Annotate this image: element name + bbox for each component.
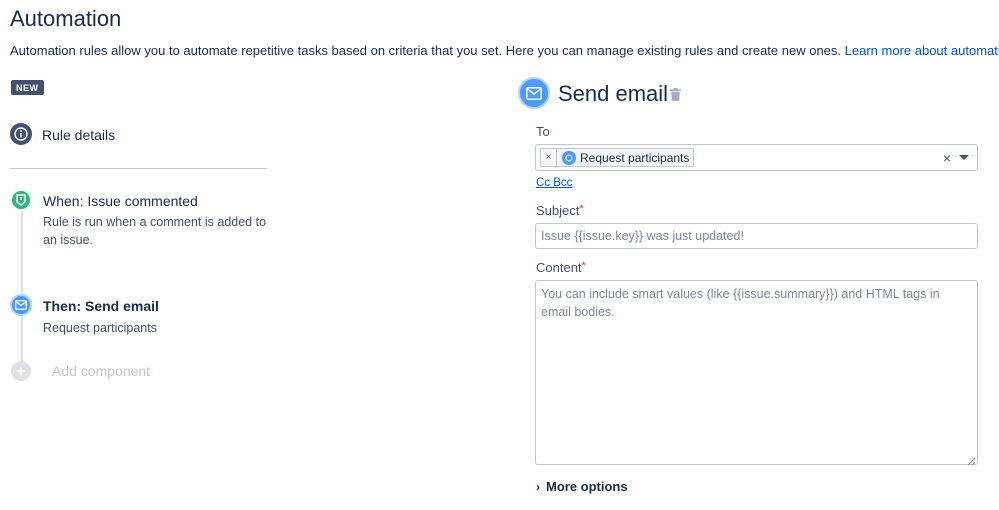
- rule-details-step[interactable]: Rule details: [42, 127, 115, 143]
- plus-icon[interactable]: [11, 361, 31, 381]
- required-marker: *: [581, 260, 586, 272]
- page-title: Automation: [10, 6, 122, 31]
- participants-icon: [562, 150, 576, 165]
- to-label: To: [536, 124, 550, 139]
- clear-icon[interactable]: ×: [943, 150, 951, 166]
- add-component-button[interactable]: Add component: [52, 363, 150, 379]
- trash-icon[interactable]: [670, 88, 681, 106]
- page-description: Automation rules allow you to automate r…: [10, 43, 999, 58]
- recipient-chip-label: Request participants: [580, 150, 690, 165]
- divider: [10, 168, 267, 169]
- description-text: Automation rules allow you to automate r…: [10, 43, 842, 58]
- remove-chip-icon[interactable]: ×: [541, 149, 557, 166]
- then-step-description: Request participants: [43, 321, 157, 335]
- recipient-chip: × Request participants: [540, 148, 695, 167]
- new-badge: NEW: [11, 80, 44, 95]
- more-options-label: More options: [546, 479, 628, 494]
- when-step-title[interactable]: When: Issue commented: [43, 193, 198, 209]
- subject-label: Subject*: [536, 203, 584, 218]
- when-step-description: Rule is run when a comment is added to a…: [43, 215, 267, 247]
- subject-input[interactable]: [535, 223, 978, 249]
- rail-line-lower: [21, 316, 23, 362]
- trigger-icon: [10, 189, 32, 211]
- subject-label-text: Subject: [536, 203, 580, 218]
- cc-bcc-link[interactable]: Cc Bcc: [536, 177, 572, 189]
- email-icon: [10, 294, 32, 316]
- then-step-title[interactable]: Then: Send email: [43, 298, 159, 314]
- required-marker: *: [579, 203, 584, 215]
- content-label: Content*: [536, 260, 586, 275]
- panel-title: Send email: [558, 81, 669, 106]
- content-label-text: Content: [536, 260, 582, 275]
- more-options-toggle[interactable]: › More options: [536, 479, 628, 494]
- chevron-down-icon[interactable]: [959, 155, 969, 160]
- content-textarea[interactable]: [535, 280, 978, 465]
- learn-more-link[interactable]: Learn more about automation: [845, 43, 999, 58]
- info-icon: [10, 123, 32, 145]
- rail-line-upper: [21, 211, 23, 294]
- send-email-icon: [518, 77, 550, 109]
- to-field[interactable]: × Request participants ×: [535, 144, 978, 171]
- resize-handle-icon[interactable]: [966, 453, 976, 466]
- chevron-right-icon: ›: [536, 479, 540, 494]
